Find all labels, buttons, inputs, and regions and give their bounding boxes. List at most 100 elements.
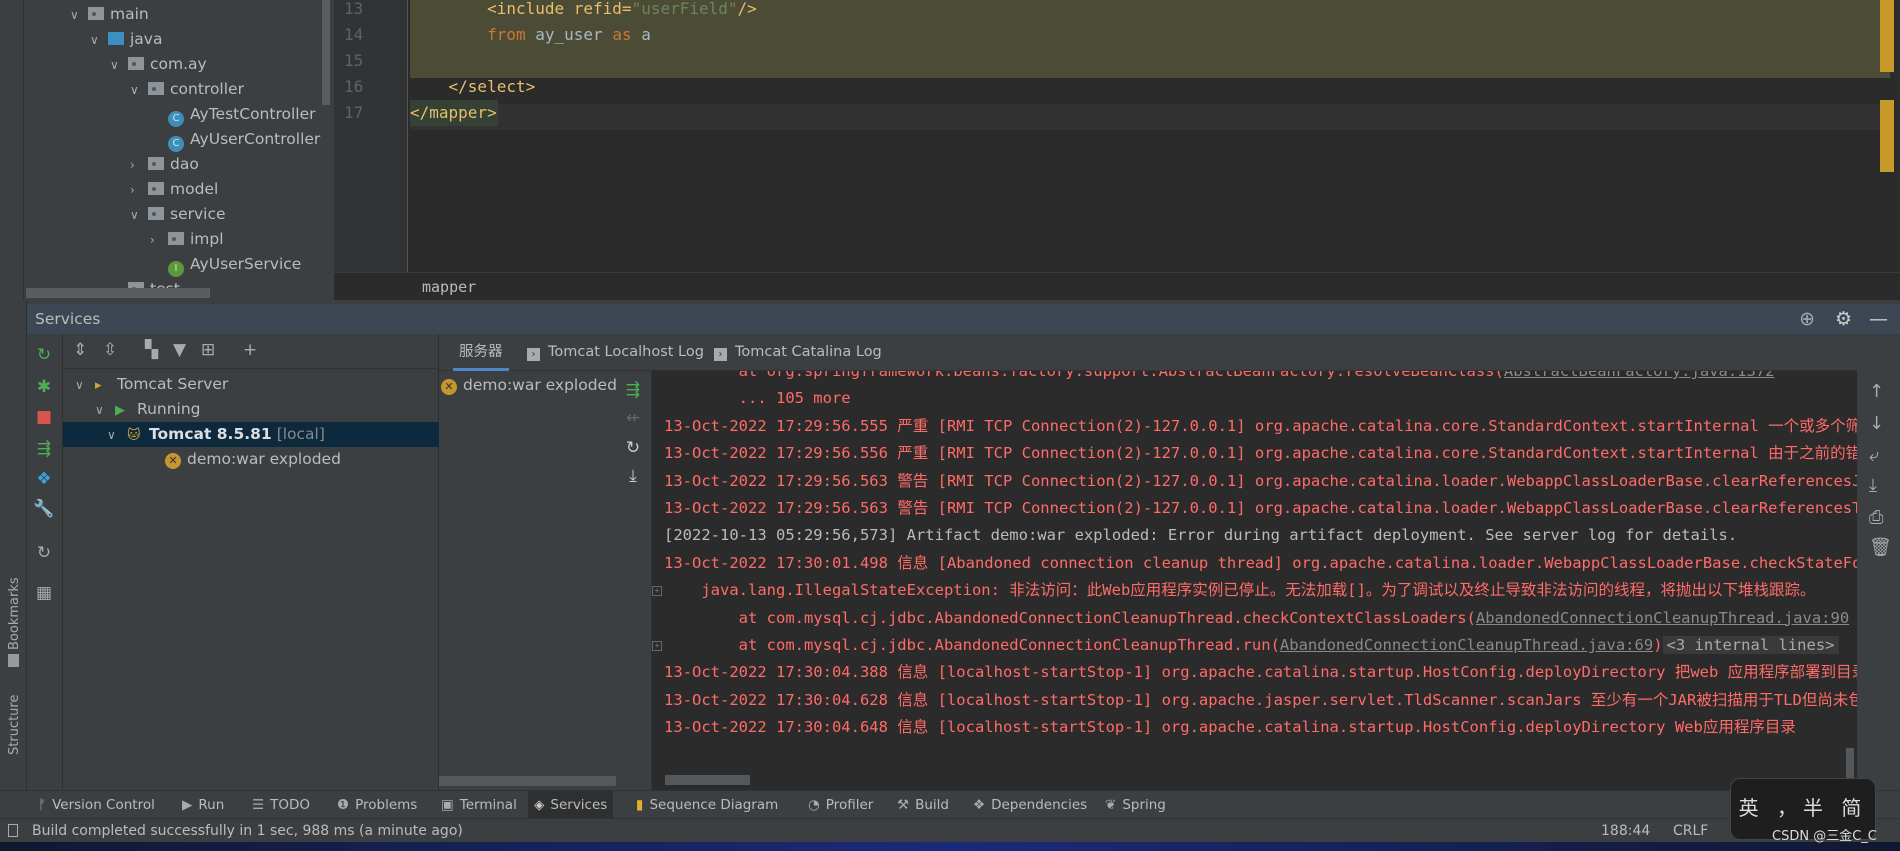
service-tree-item[interactable]: ∨ 🐱 Tomcat 8.5.81 [local] bbox=[63, 422, 439, 447]
tool-tab-todo[interactable]: ☰ TODO bbox=[246, 791, 316, 819]
chevron-down-icon[interactable]: ∨ bbox=[130, 78, 148, 103]
console-line[interactable]: java.lang.IllegalStateException: 非法访问：此W… bbox=[664, 577, 1815, 604]
scroll-to-end-icon[interactable]: ⤓ bbox=[1869, 475, 1877, 496]
tree-item[interactable]: › dao bbox=[130, 152, 199, 177]
chevron-down-icon[interactable]: ∨ bbox=[107, 423, 127, 448]
tree-item[interactable]: › model bbox=[130, 177, 218, 202]
tab-localhost-log[interactable]: › Tomcat Localhost Log bbox=[527, 334, 704, 371]
artifact-icon[interactable]: ❖ bbox=[33, 468, 55, 490]
tool-tab-spring[interactable]: ❦ Spring bbox=[1099, 791, 1172, 819]
stop-icon[interactable]: ■ bbox=[33, 406, 55, 428]
tab-catalina-log[interactable]: › Tomcat Catalina Log bbox=[714, 334, 882, 371]
code-line[interactable]: <include refid="userField"/> bbox=[410, 0, 757, 22]
tree-item[interactable]: ∨ controller bbox=[130, 77, 244, 102]
expand-all-icon[interactable]: ⇕ bbox=[73, 340, 87, 360]
status-message[interactable]: Build completed successfully in 1 sec, 9… bbox=[32, 819, 463, 843]
console-line[interactable]: [2022-10-13 05:29:56,573] Artifact demo:… bbox=[664, 522, 1737, 549]
console-line[interactable]: at com.mysql.cj.jdbc.AbandonedConnection… bbox=[664, 605, 1850, 632]
console-vertical-scrollbar[interactable] bbox=[1846, 748, 1854, 778]
undeploy-icon[interactable]: ⇷ bbox=[622, 407, 644, 429]
tab-server[interactable]: 服务器 bbox=[453, 334, 509, 371]
print-icon[interactable]: ⎙ bbox=[1869, 507, 1883, 528]
tool-tab-problems[interactable]: ❶ Problems bbox=[331, 791, 423, 819]
minimize-icon[interactable]: — bbox=[1869, 304, 1888, 334]
tree-item[interactable]: ∨ com.ay bbox=[110, 52, 207, 77]
code-line[interactable]: </select> bbox=[410, 74, 536, 100]
console-horizontal-scrollbar[interactable] bbox=[665, 775, 750, 785]
deploy-icon[interactable]: ⇶ bbox=[622, 379, 644, 401]
clear-icon[interactable]: 🗑 bbox=[1869, 537, 1892, 558]
service-tree-item[interactable]: ∨ ▶ Running bbox=[63, 397, 439, 422]
console-line[interactable]: 13-Oct-2022 17:30:04.388 信息 [localhost-s… bbox=[664, 659, 1857, 686]
down-arrow-icon[interactable]: ↓ bbox=[1869, 413, 1884, 434]
tree-item[interactable]: › impl bbox=[150, 227, 224, 252]
service-tree-item[interactable]: ✕ demo:war exploded bbox=[63, 447, 439, 472]
tree-item[interactable]: I AyUserService bbox=[150, 252, 301, 277]
chevron-down-icon[interactable]: ∨ bbox=[90, 28, 108, 53]
layout-icon[interactable]: ▦ bbox=[33, 582, 55, 604]
wrench-icon[interactable]: 🔧 bbox=[33, 498, 55, 520]
deploy-icon[interactable]: ⇶ bbox=[33, 438, 55, 460]
console-link[interactable]: AbandonedConnectionCleanupThread.java:69 bbox=[1280, 636, 1653, 654]
chevron-down-icon[interactable]: ∨ bbox=[110, 53, 128, 78]
filter-icon[interactable]: ▼ bbox=[173, 340, 186, 360]
tree-item[interactable]: ∨ service bbox=[130, 202, 226, 227]
tool-tab-sequence-diagram[interactable]: ▮ Sequence Diagram bbox=[630, 791, 784, 819]
chevron-down-icon[interactable]: ∨ bbox=[95, 398, 115, 423]
console-line[interactable]: 13-Oct-2022 17:30:04.628 信息 [localhost-s… bbox=[664, 687, 1857, 714]
gear-icon[interactable]: ⚙ bbox=[1835, 304, 1852, 334]
tree-item[interactable]: C AyUserController bbox=[150, 127, 320, 152]
console-output[interactable]: at org.springframework.beans.factory.sup… bbox=[652, 371, 1857, 791]
structure-tab[interactable]: Structure bbox=[7, 695, 22, 755]
console-line[interactable]: at org.springframework.beans.factory.sup… bbox=[664, 371, 1775, 385]
console-line[interactable]: 13-Oct-2022 17:29:56.556 严重 [RMI TCP Con… bbox=[664, 440, 1857, 467]
status-icon[interactable] bbox=[8, 824, 18, 837]
console-link[interactable]: AbstractBeanFactory.java:1372 bbox=[1504, 371, 1775, 380]
console-line[interactable]: ... 105 more bbox=[664, 385, 851, 412]
error-stripe[interactable] bbox=[1876, 0, 1896, 272]
code-line[interactable]: from ay_user as a bbox=[410, 22, 651, 48]
tool-tab-terminal[interactable]: ▣ Terminal bbox=[435, 791, 523, 819]
tree-vertical-scrollbar[interactable] bbox=[322, 0, 330, 105]
service-tree-item[interactable]: ∨ ▸ Tomcat Server bbox=[63, 372, 439, 397]
collapse-all-icon[interactable]: ⇳ bbox=[103, 340, 117, 360]
tree-item[interactable]: C AyTestController bbox=[150, 102, 316, 127]
tree-item[interactable]: ∨ java bbox=[90, 27, 162, 52]
console-line[interactable]: 13-Oct-2022 17:30:01.498 信息 [Abandoned c… bbox=[664, 550, 1857, 577]
tool-tab-run[interactable]: ▶ Run bbox=[176, 791, 230, 819]
internal-lines-toggle[interactable]: <3 internal lines> bbox=[1662, 636, 1839, 654]
code-line[interactable]: </mapper> bbox=[410, 100, 498, 126]
caret-position[interactable]: 188:44 bbox=[1601, 819, 1650, 843]
chevron-right-icon[interactable]: › bbox=[130, 153, 148, 178]
tool-tab-services[interactable]: ◈ Services bbox=[528, 791, 614, 819]
console-line[interactable]: 13-Oct-2022 17:29:56.555 严重 [RMI TCP Con… bbox=[664, 413, 1857, 440]
chevron-right-icon[interactable]: › bbox=[130, 178, 148, 203]
console-line[interactable]: at com.mysql.cj.jdbc.AbandonedConnection… bbox=[664, 632, 1839, 659]
stripe-mark[interactable] bbox=[1880, 0, 1894, 72]
download-icon[interactable]: ⤓ bbox=[622, 465, 644, 487]
up-arrow-icon[interactable]: ↑ bbox=[1869, 381, 1884, 402]
tool-tab-dependencies[interactable]: ❖ Dependencies bbox=[967, 791, 1093, 819]
tool-tab-version-control[interactable]: ᚠ Version Control bbox=[32, 791, 161, 819]
tool-tab-build[interactable]: ⚒ Build bbox=[891, 791, 955, 819]
refresh-icon[interactable]: ↻ bbox=[622, 437, 644, 459]
bookmarks-tab[interactable]: Bookmarks bbox=[7, 577, 22, 650]
add-icon[interactable]: + bbox=[243, 340, 257, 360]
tool-tab-profiler[interactable]: ◔ Profiler bbox=[802, 791, 879, 819]
console-line[interactable]: 13-Oct-2022 17:29:56.563 警告 [RMI TCP Con… bbox=[664, 468, 1857, 495]
debug-icon[interactable]: ✱ bbox=[33, 376, 55, 398]
stripe-mark[interactable] bbox=[1880, 100, 1894, 172]
refresh-icon[interactable]: ↻ bbox=[33, 542, 55, 564]
console-link[interactable]: AbandonedConnectionCleanupThread.java:90 bbox=[1476, 609, 1849, 627]
target-icon[interactable]: ⊕ bbox=[1799, 304, 1815, 334]
line-separator[interactable]: CRLF bbox=[1673, 819, 1708, 843]
chevron-right-icon[interactable]: › bbox=[150, 228, 168, 253]
chevron-down-icon[interactable]: ∨ bbox=[70, 3, 88, 28]
group-by-icon[interactable]: ▚ bbox=[145, 340, 158, 360]
console-line[interactable]: 13-Oct-2022 17:30:04.648 信息 [localhost-s… bbox=[664, 714, 1796, 741]
tree-horizontal-scrollbar[interactable] bbox=[26, 288, 210, 298]
breadcrumb-item[interactable]: mapper bbox=[422, 278, 476, 296]
rerun-icon[interactable]: ↻ bbox=[33, 344, 55, 366]
fold-marker-icon[interactable]: + bbox=[652, 641, 662, 651]
fold-marker-icon[interactable]: + bbox=[652, 586, 662, 597]
